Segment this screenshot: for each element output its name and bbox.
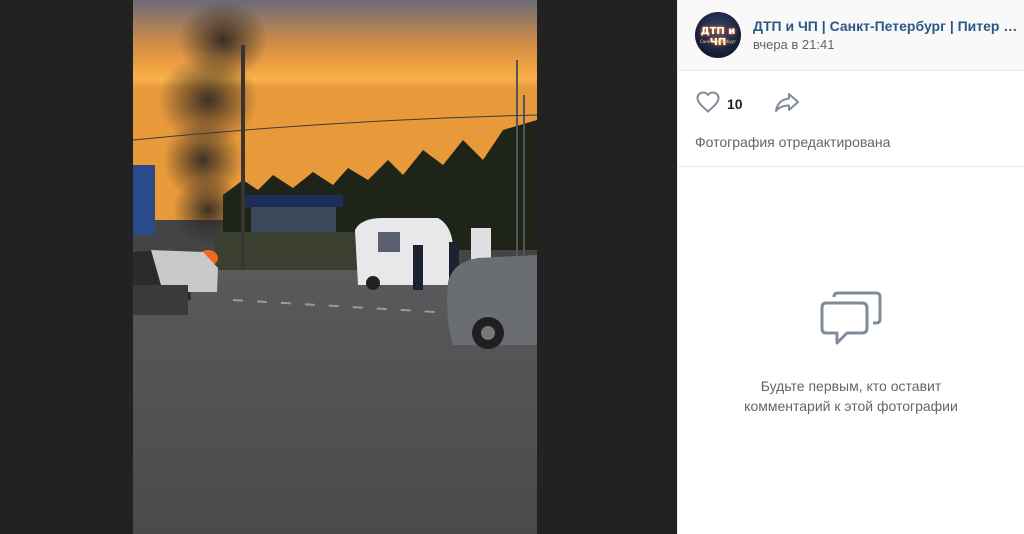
post-sidebar: ДТП и ЧП Санкт-Петербург ДТП и ЧП | Санк… [677,0,1024,534]
heart-icon [695,90,721,119]
post-time[interactable]: вчера в 21:41 [753,37,1021,53]
comments-empty-state: Будьте первым, кто оставит комментарий к… [678,168,1024,534]
comments-empty-text: Будьте первым, кто оставит комментарий к… [721,376,981,416]
like-button[interactable]: 10 [695,90,743,119]
photo-edited-status: Фотография отредактирована [695,134,891,150]
share-button[interactable] [773,91,801,118]
group-avatar[interactable]: ДТП и ЧП Санкт-Петербург [695,12,741,58]
avatar-logo-subtext: Санкт-Петербург [699,39,737,44]
group-name-link[interactable]: ДТП и ЧП | Санкт-Петербург | Питер Онлай… [753,17,1021,35]
photo-viewer [0,0,677,534]
avatar-logo-text: ДТП и ЧП [700,26,736,48]
comments-empty-line1: Будьте первым, кто оставит [760,378,942,394]
post-header: ДТП и ЧП Санкт-Петербург ДТП и ЧП | Санк… [678,0,1024,71]
comment-bubbles-icon [820,290,882,351]
like-count: 10 [727,96,743,112]
share-arrow-icon [773,91,801,118]
post-actions: 10 Фотография отредактирована [678,71,1024,167]
comments-empty-line2: комментарий к этой фотографии [744,398,958,414]
photo-image [133,0,537,534]
post-photo[interactable] [133,0,537,534]
